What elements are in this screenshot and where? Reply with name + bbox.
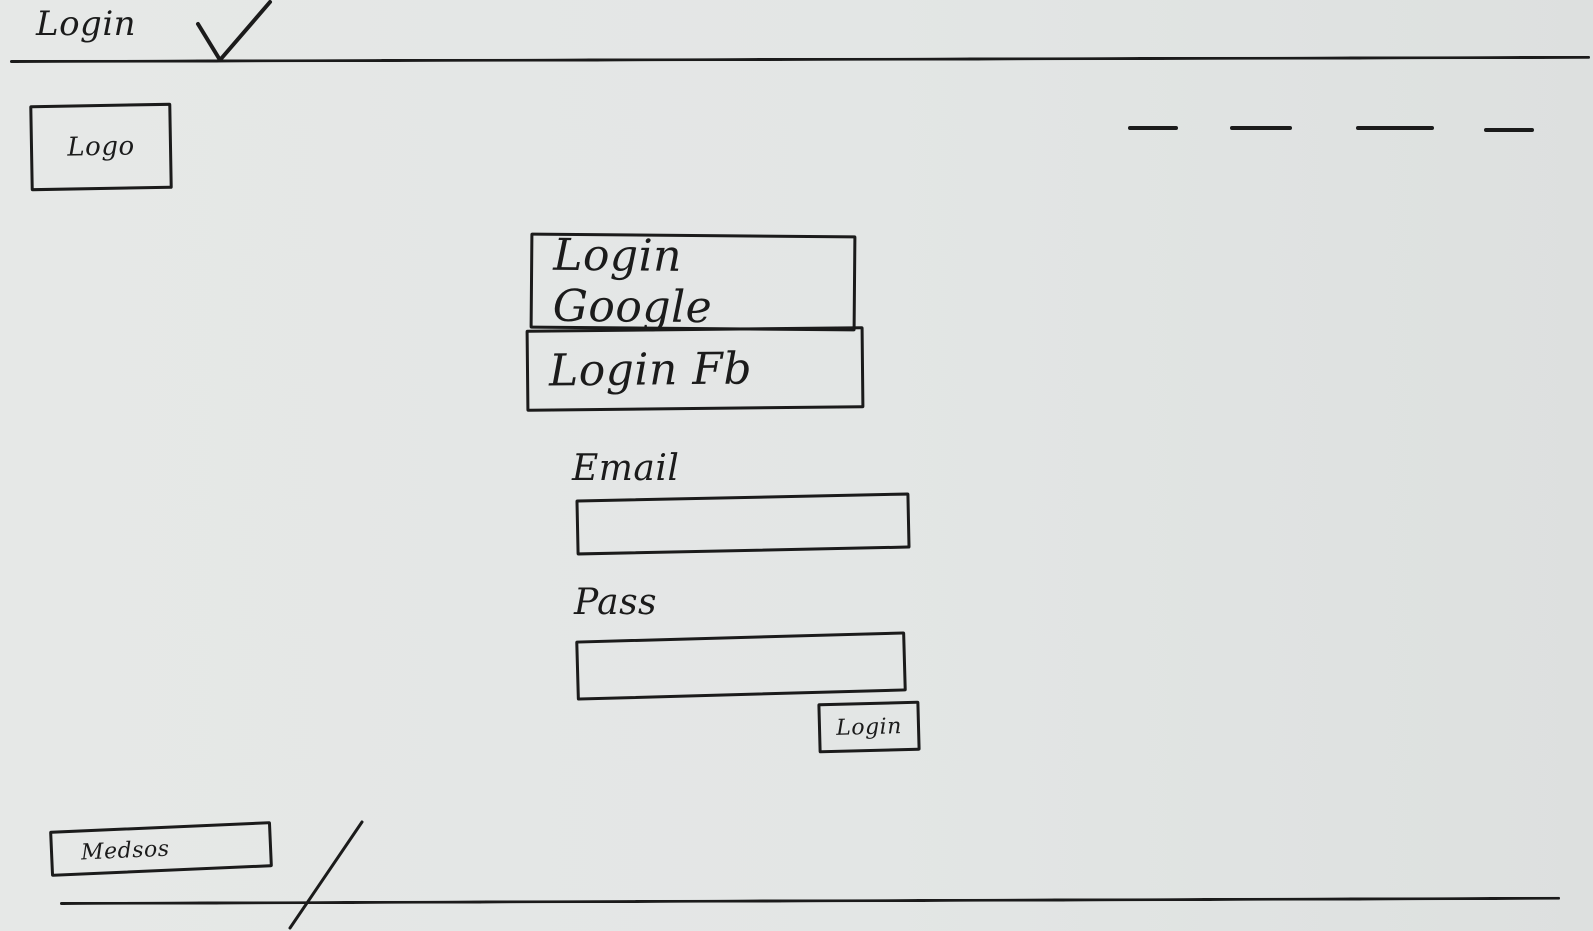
- page-title: Login: [36, 4, 137, 44]
- email-field[interactable]: [575, 492, 911, 556]
- login-submit-button[interactable]: Login: [817, 700, 921, 754]
- login-google-label: Login Google: [552, 229, 713, 334]
- email-label: Email: [572, 448, 680, 489]
- login-facebook-label: Login Fb: [548, 342, 753, 397]
- password-label: Pass: [574, 582, 658, 623]
- footer-box-label: Medsos: [80, 836, 171, 865]
- nav-item-4[interactable]: [1484, 128, 1534, 132]
- logo-label: Logo: [67, 131, 135, 163]
- nav-item-3[interactable]: [1356, 126, 1434, 130]
- nav-item-1[interactable]: [1128, 126, 1178, 130]
- logo[interactable]: Logo: [29, 102, 173, 192]
- password-field[interactable]: [575, 631, 907, 701]
- footer-social-media-link[interactable]: Medsos: [49, 821, 273, 877]
- login-google-button[interactable]: Login Google: [529, 229, 857, 334]
- login-submit-label: Login: [835, 713, 903, 741]
- nav-item-2[interactable]: [1230, 126, 1292, 130]
- footer-slash-mark: [288, 820, 364, 930]
- checkmark-icon: [196, 0, 272, 62]
- login-facebook-button[interactable]: Login Fb: [525, 326, 865, 412]
- sketch-page: Login Logo Login Google Login Fb Email P…: [0, 0, 1593, 931]
